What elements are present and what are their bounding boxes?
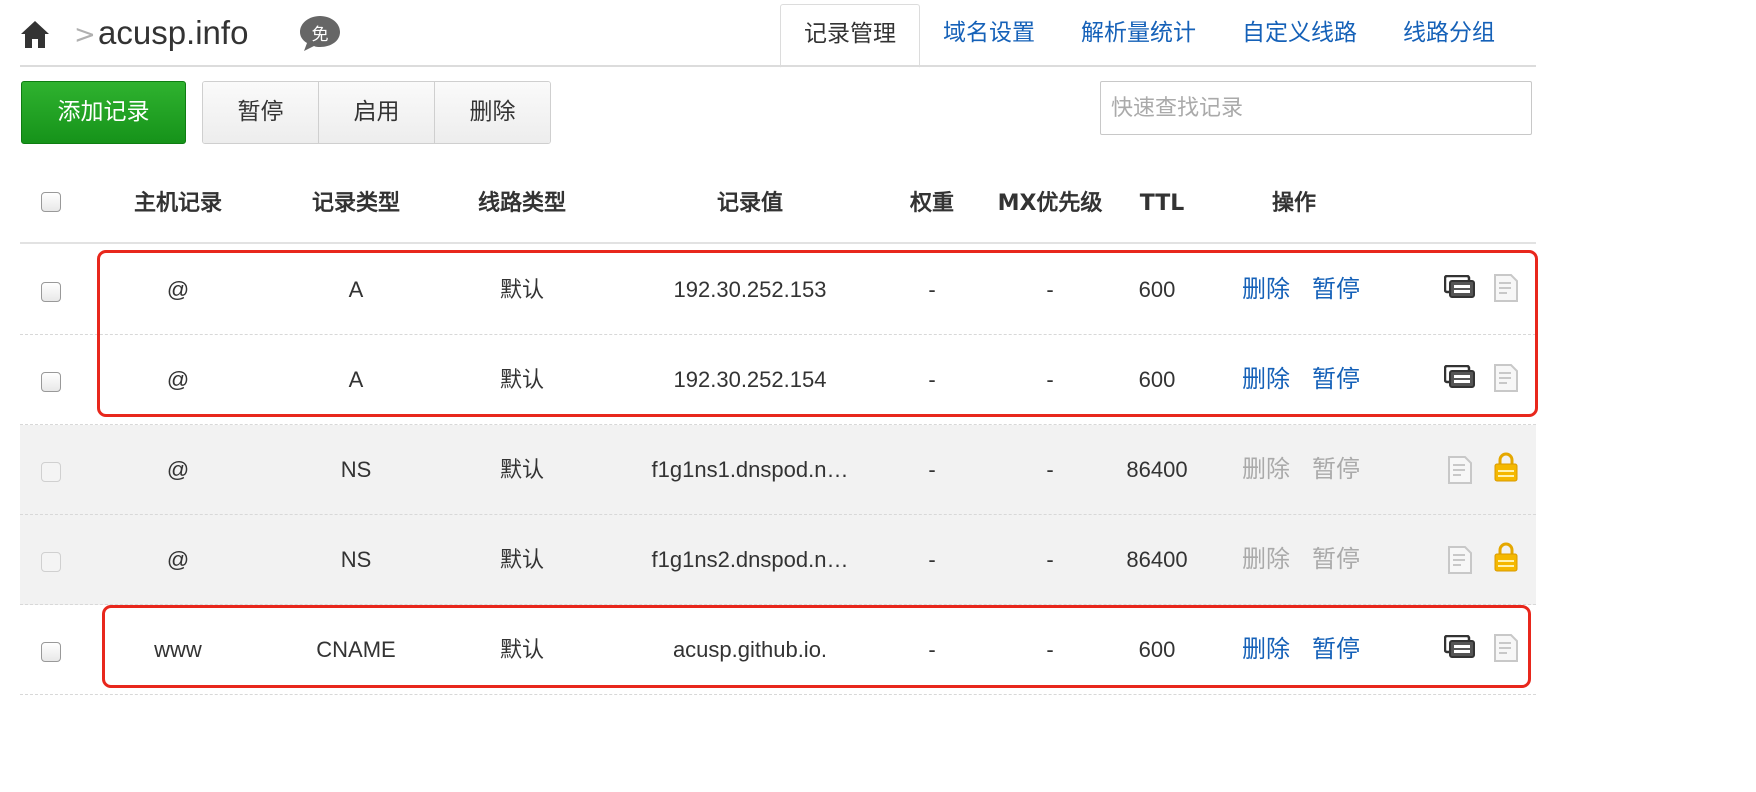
table-row: www CNAME 默认 acusp.github.io. - - 600 删除… [20, 605, 1536, 695]
pause-button[interactable]: 暂停 [203, 82, 319, 143]
top-divider [20, 65, 1536, 67]
cell-host: @ [166, 457, 190, 482]
header-value: 记录值 [716, 191, 783, 216]
remark-icon[interactable] [1444, 275, 1476, 301]
cell-value: f1g1ns2.dnspod.n… [651, 547, 849, 572]
row-pause-link[interactable]: 暂停 [1312, 335, 1360, 424]
row-checkbox[interactable] [41, 282, 61, 302]
row-delete-link-disabled: 删除 [1242, 455, 1290, 483]
tab-domain-settings[interactable]: 域名设置 [920, 4, 1058, 64]
cell-type: NS [340, 457, 372, 482]
cell-ttl: 86400 [1126, 457, 1188, 482]
cell-mx: - [1046, 367, 1054, 392]
cell-value: acusp.github.io. [672, 637, 828, 662]
cell-host: www [154, 637, 202, 662]
row-pause-link-disabled: 暂停 [1312, 545, 1360, 573]
cell-type: A [348, 277, 364, 302]
cell-weight: - [928, 367, 936, 392]
free-badge-text: 免 [312, 25, 329, 45]
table-row: @ NS 默认 f1g1ns2.dnspod.n… - - 86400 删除 暂… [20, 515, 1536, 605]
tab-custom-lines[interactable]: 自定义线路 [1219, 4, 1380, 64]
tab-record-management[interactable]: 记录管理 [780, 4, 920, 68]
table-row: @ NS 默认 f1g1ns1.dnspod.n… - - 86400 删除 暂… [20, 425, 1536, 515]
header-type: 记录类型 [311, 191, 400, 216]
cell-ttl: 86400 [1126, 547, 1188, 572]
cell-host: @ [166, 547, 190, 572]
home-icon[interactable] [20, 18, 50, 50]
cell-weight: - [928, 277, 936, 302]
cell-type: NS [340, 547, 372, 572]
header-weight: 权重 [909, 191, 954, 216]
cell-value: 192.30.252.154 [673, 367, 827, 392]
table-row: @ A 默认 192.30.252.154 - - 600 删除 暂停 [20, 335, 1536, 425]
cell-mx: - [1046, 637, 1054, 662]
search-input[interactable] [1100, 81, 1532, 135]
cell-mx: - [1046, 457, 1054, 482]
row-checkbox[interactable] [41, 372, 61, 392]
delete-button[interactable]: 删除 [435, 82, 550, 143]
cell-value: 192.30.252.153 [673, 277, 827, 302]
cell-ttl: 600 [1138, 637, 1176, 662]
row-delete-link[interactable]: 删除 [1242, 605, 1290, 694]
cell-type: CNAME [316, 637, 396, 662]
tab-query-statistics[interactable]: 解析量统计 [1058, 4, 1219, 64]
note-icon[interactable] [1447, 545, 1473, 575]
cell-host: @ [166, 367, 190, 392]
cell-type: A [348, 367, 364, 392]
cell-ttl: 600 [1138, 367, 1176, 392]
cell-line: 默认 [499, 367, 544, 392]
cell-weight: - [928, 547, 936, 572]
batch-action-group: 暂停 启用 删除 [202, 81, 551, 144]
cell-host: @ [166, 277, 190, 302]
cell-line: 默认 [499, 457, 544, 482]
free-badge-icon: 免 [300, 16, 340, 51]
note-icon[interactable] [1447, 455, 1473, 485]
row-checkbox [41, 552, 61, 572]
row-delete-link-disabled: 删除 [1242, 545, 1290, 573]
header-host: 主机记录 [133, 191, 222, 216]
header-line: 线路类型 [477, 191, 566, 216]
cell-weight: - [928, 637, 936, 662]
cell-value: f1g1ns1.dnspod.n… [651, 457, 849, 482]
cell-mx: - [1046, 547, 1054, 572]
row-checkbox [41, 462, 61, 482]
cell-line: 默认 [499, 547, 544, 572]
cell-weight: - [928, 457, 936, 482]
note-icon[interactable] [1493, 273, 1519, 303]
cell-ttl: 600 [1138, 277, 1176, 302]
cell-mx: - [1046, 277, 1054, 302]
remark-icon[interactable] [1444, 635, 1476, 661]
row-delete-link[interactable]: 删除 [1242, 245, 1290, 334]
row-delete-link[interactable]: 删除 [1242, 335, 1290, 424]
lock-icon [1494, 542, 1518, 572]
enable-button[interactable]: 启用 [319, 82, 435, 143]
table-row: @ A 默认 192.30.252.153 - - 600 删除 暂停 [20, 245, 1536, 335]
breadcrumb-separator: > [74, 20, 96, 50]
domain-title: acusp.info [98, 14, 249, 51]
note-icon[interactable] [1493, 633, 1519, 663]
table-header: 主机记录 记录类型 线路类型 记录值 权重 MX优先级 TTL 操作 [20, 166, 1536, 244]
remark-icon[interactable] [1444, 365, 1476, 391]
header-operations: 操作 [1271, 191, 1316, 216]
note-icon[interactable] [1493, 363, 1519, 393]
header-mx-priority: MX优先级 [997, 191, 1103, 216]
cell-line: 默认 [499, 637, 544, 662]
header-ttl: TTL [1139, 191, 1185, 216]
select-all-checkbox[interactable] [41, 192, 61, 212]
tab-bar: 记录管理 域名设置 解析量统计 自定义线路 线路分组 [780, 4, 1518, 68]
row-checkbox[interactable] [41, 642, 61, 662]
tab-line-groups[interactable]: 线路分组 [1380, 4, 1518, 64]
row-pause-link[interactable]: 暂停 [1312, 605, 1360, 694]
cell-line: 默认 [499, 277, 544, 302]
row-pause-link[interactable]: 暂停 [1312, 245, 1360, 334]
add-record-button[interactable]: 添加记录 [21, 81, 186, 144]
row-pause-link-disabled: 暂停 [1312, 455, 1360, 483]
lock-icon [1494, 452, 1518, 482]
